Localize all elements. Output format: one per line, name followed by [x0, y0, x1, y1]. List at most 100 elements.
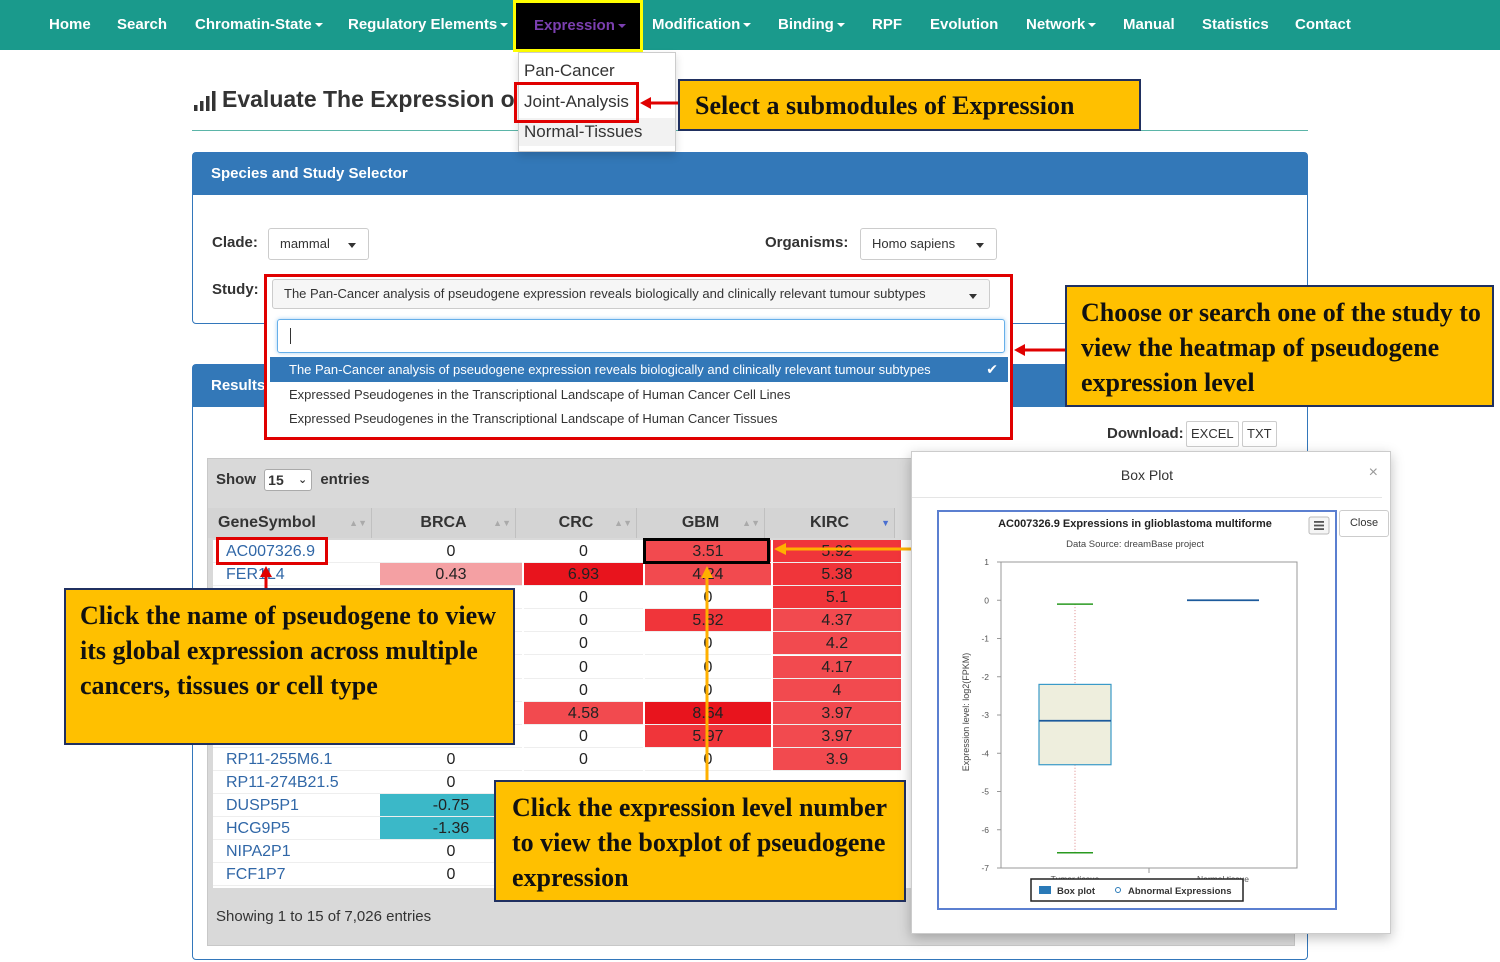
expression-cell-gbm[interactable]: 0 [645, 678, 771, 702]
gene-link[interactable]: NIPA2P1 [213, 840, 380, 864]
nav-rpf[interactable]: RPF [872, 0, 902, 50]
col-header-genesymbol[interactable]: GeneSymbol ▲▼ [208, 508, 372, 538]
col-header-label: CRC [558, 514, 594, 531]
y-tick-label: -7 [981, 863, 989, 873]
nav-modification[interactable]: Modification [652, 0, 752, 50]
expression-cell-crc[interactable]: 0 [524, 586, 643, 610]
study-select-value: The Pan-Cancer analysis of pseudogene ex… [284, 286, 926, 301]
download-txt-button[interactable]: TXT [1242, 421, 1277, 447]
expression-cell-crc[interactable]: 0 [524, 724, 643, 748]
gene-link[interactable]: RP11-274B21.5 [213, 771, 380, 794]
gene-link[interactable]: HCG9P5 [213, 817, 380, 841]
chart-menu-icon[interactable] [1308, 516, 1330, 535]
expression-cell-kirc[interactable]: 4.37 [773, 609, 901, 633]
expression-cell-gbm[interactable]: 0 [645, 632, 771, 656]
download-excel-button[interactable]: EXCEL [1186, 421, 1239, 447]
expression-cell-kirc[interactable]: 4.2 [773, 632, 901, 656]
nav-home-label: Home [49, 16, 91, 33]
expression-cell-crc[interactable]: 0 [524, 632, 643, 656]
nav-statistics[interactable]: Statistics [1202, 0, 1269, 50]
study-option-label: Expressed Pseudogenes in the Transcripti… [289, 387, 791, 402]
gene-link[interactable]: FCF1P7 [213, 863, 380, 887]
close-icon[interactable]: × [1369, 464, 1378, 482]
expression-cell-crc[interactable]: 0 [524, 609, 643, 633]
nav-binding[interactable]: Binding [778, 0, 845, 50]
study-option[interactable]: The Pan-Cancer analysis of pseudogene ex… [270, 357, 1008, 382]
callout-study: Choose or search one of the study to vie… [1065, 285, 1494, 407]
expression-cell-kirc[interactable]: 4 [773, 678, 901, 702]
study-select[interactable]: The Pan-Cancer analysis of pseudogene ex… [272, 279, 990, 309]
nav-search[interactable]: Search [117, 0, 167, 50]
expression-cell-kirc[interactable]: 5.1 [773, 586, 901, 610]
expression-cell-gbm[interactable]: 5.82 [645, 609, 771, 633]
caret-down-icon [969, 294, 977, 299]
study-search-input[interactable] [277, 319, 1005, 353]
joint-analysis-highlight [514, 82, 639, 123]
col-header-crc[interactable]: CRC ▲▼ [516, 508, 637, 538]
nav-modification-label: Modification [652, 16, 741, 33]
study-option-label: Expressed Pseudogenes in the Transcripti… [289, 411, 778, 426]
col-header-label: BRCA [420, 514, 467, 531]
y-axis-label: Expression level: log2(FPKM) [961, 653, 971, 772]
expression-cell-gbm[interactable]: 8.64 [645, 701, 771, 725]
expression-cell-brca[interactable]: 0 [380, 747, 522, 771]
nav-contact[interactable]: Contact [1295, 0, 1351, 50]
clade-select[interactable]: mammal [268, 228, 369, 260]
nav-manual[interactable]: Manual [1123, 0, 1175, 50]
nav-evolution[interactable]: Evolution [930, 0, 998, 50]
legend-item-abnormal[interactable]: Abnormal Expressions [1128, 886, 1231, 897]
expression-cell-crc[interactable]: 0 [524, 540, 643, 563]
y-tick-label: -6 [981, 825, 989, 835]
expression-cell-crc[interactable]: 6.93 [524, 563, 643, 587]
entries-label: entries [320, 470, 370, 488]
expression-cell-gbm[interactable]: 4.24 [645, 563, 771, 587]
nav-regulatory-elements[interactable]: Regulatory Elements [348, 0, 509, 50]
expression-cell-kirc[interactable]: 3.97 [773, 724, 901, 748]
nav-expression[interactable]: Expression [513, 0, 643, 52]
sort-icon: ▲▼ [493, 518, 511, 528]
expression-cell-gbm[interactable]: 5.97 [645, 724, 771, 748]
col-header-kirc[interactable]: KIRC ▼ [765, 508, 895, 538]
sort-desc-icon: ▼ [881, 518, 890, 528]
expression-cell-gbm[interactable]: 0 [645, 655, 771, 679]
expression-cell-kirc[interactable]: 5.38 [773, 563, 901, 587]
expression-cell-gbm[interactable]: 0 [645, 747, 771, 771]
col-header-gbm[interactable]: GBM ▲▼ [637, 508, 765, 538]
page-title-text: Evaluate The Expression o [222, 86, 515, 112]
expression-cell-kirc[interactable]: 3.9 [773, 747, 901, 771]
chart-legend: Box plot Abnormal Expressions [1030, 878, 1244, 902]
expression-cell-gbm[interactable]: 0 [645, 586, 771, 610]
expression-cell-crc[interactable]: 0 [524, 747, 643, 771]
entries-per-page-select[interactable]: 15 ⌄ [264, 469, 313, 491]
chevron-down-icon [617, 24, 626, 29]
nav-network[interactable]: Network [1026, 0, 1097, 50]
expression-cell-crc[interactable]: 0 [524, 678, 643, 702]
study-option[interactable]: Expressed Pseudogenes in the Transcripti… [270, 406, 1008, 431]
expression-cell-kirc[interactable]: 3.97 [773, 701, 901, 725]
bar-chart-icon [194, 90, 216, 111]
gene-link[interactable]: RP11-255M6.1 [213, 748, 380, 771]
nav-chromatin-state[interactable]: Chromatin-State [195, 0, 323, 50]
study-option-label: The Pan-Cancer analysis of pseudogene ex… [289, 362, 931, 377]
expression-cell-kirc[interactable]: 4.17 [773, 655, 901, 679]
clade-label: Clade: [212, 234, 258, 251]
expression-cell-brca[interactable]: 0 [380, 540, 522, 563]
gene-link[interactable]: FER1L4 [213, 563, 380, 587]
expression-cell-crc[interactable]: 0 [524, 655, 643, 679]
boxplot-modal: Box Plot × AC007326.9 Expressions in gli… [911, 451, 1391, 934]
menu-item-pan-cancer[interactable]: Pan-Cancer [519, 57, 675, 85]
gene-link[interactable]: DUSP5P1 [213, 794, 380, 818]
legend-item-box-plot[interactable]: Box plot [1057, 886, 1096, 897]
close-button[interactable]: Close [1339, 510, 1389, 537]
sort-icon: ▲▼ [349, 518, 367, 528]
nav-manual-label: Manual [1123, 16, 1175, 33]
organisms-select[interactable]: Homo sapiens [860, 228, 997, 260]
expression-cell-brca[interactable]: 0.43 [380, 563, 522, 587]
study-option[interactable]: Expressed Pseudogenes in the Transcripti… [270, 382, 1008, 407]
expression-cell-crc[interactable]: 4.58 [524, 701, 643, 725]
boxplot-chart: AC007326.9 Expressions in glioblastoma m… [937, 510, 1337, 910]
nav-home[interactable]: Home [49, 0, 91, 50]
col-header-brca[interactable]: BRCA ▲▼ [372, 508, 516, 538]
chevron-down-icon [500, 23, 509, 28]
expression-cell-kirc[interactable]: 5.92 [773, 540, 901, 563]
